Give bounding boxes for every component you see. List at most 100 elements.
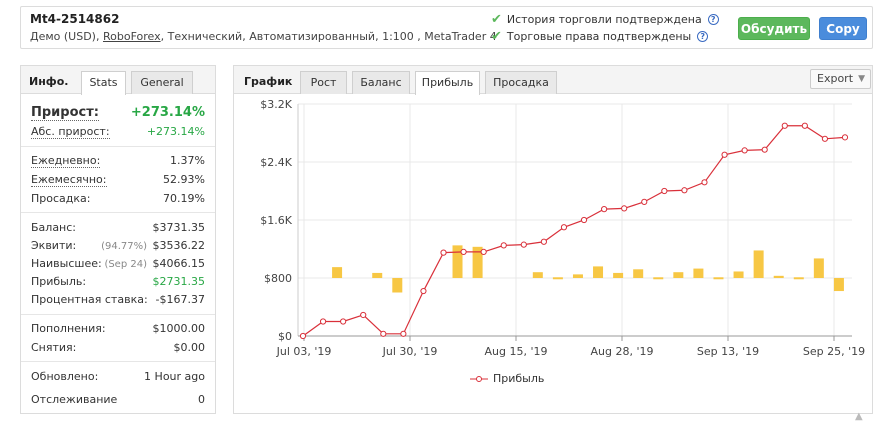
check-icon: ✔ bbox=[491, 12, 502, 27]
profit-point bbox=[580, 216, 588, 224]
profit-point bbox=[701, 179, 708, 186]
x-tick-label: Sep 13, '19 bbox=[697, 345, 759, 358]
abs-gain-value: +273.14% bbox=[146, 125, 205, 138]
account-header: Mt4-2514862 Демо (USD), RoboForex, Техни… bbox=[20, 6, 873, 49]
divider bbox=[21, 314, 215, 315]
tab-graph[interactable]: График bbox=[244, 71, 299, 94]
x-tick-label: Jul 30, '19 bbox=[382, 345, 438, 358]
profit-bar bbox=[653, 277, 664, 280]
gain-value: +273.14% bbox=[130, 105, 205, 120]
legend-line-icon bbox=[470, 375, 488, 382]
divider bbox=[21, 361, 215, 362]
y-tick-label: $2.4K bbox=[260, 156, 292, 169]
profit-bar bbox=[392, 278, 403, 293]
deposits-label: Пополнения: bbox=[31, 322, 106, 335]
profit-point bbox=[380, 330, 387, 337]
profit-point bbox=[460, 248, 467, 255]
profit-bar bbox=[572, 274, 583, 278]
broker-link[interactable]: RoboForex bbox=[103, 30, 161, 43]
profit-bar bbox=[813, 258, 824, 278]
drawdown-value: 70.19% bbox=[163, 192, 205, 205]
stats-panel: Инфо. Stats General Прирост: +273.14% Аб… bbox=[20, 65, 216, 414]
profit-bar bbox=[753, 250, 764, 278]
profit-value: $2731.35 bbox=[152, 275, 206, 288]
equity-value-group: (94.77%) $3536.22 bbox=[101, 239, 205, 252]
page: Mt4-2514862 Демо (USD), RoboForex, Техни… bbox=[0, 0, 883, 421]
profit-point bbox=[360, 311, 367, 319]
tab-profit[interactable]: Прибыль bbox=[415, 71, 480, 95]
profit-point bbox=[721, 151, 728, 158]
profit-point bbox=[299, 332, 307, 340]
x-tick-label: Sep 25, '19 bbox=[803, 345, 865, 358]
profit-bar bbox=[633, 269, 644, 278]
tab-info[interactable]: Инфо. bbox=[29, 71, 81, 94]
highest-value: $4066.15 bbox=[152, 257, 206, 270]
profit-bar bbox=[613, 272, 624, 278]
profit-line bbox=[302, 125, 846, 337]
export-dropdown[interactable]: Export ▼ bbox=[810, 69, 871, 89]
profit-point bbox=[661, 187, 668, 195]
daily-value: 1.37% bbox=[170, 154, 205, 167]
verified-history-text: История торговли подтверждена bbox=[506, 13, 702, 26]
verified-rights-text: Торговые права подтверждены bbox=[506, 30, 692, 43]
tab-drawdown[interactable]: Просадка bbox=[485, 71, 557, 94]
profit-point bbox=[781, 122, 788, 129]
monthly-label: Ежемесячно: bbox=[31, 173, 107, 187]
deposits-value: $1000.00 bbox=[152, 322, 206, 335]
balance-label: Баланс: bbox=[31, 221, 77, 234]
balance-value: $3731.35 bbox=[152, 221, 206, 234]
profit-point bbox=[641, 198, 648, 205]
updated-label: Обновлено: bbox=[31, 370, 99, 383]
help-icon[interactable]: ? bbox=[697, 31, 709, 42]
tracking-value: 0 bbox=[198, 393, 205, 406]
equity-label: Эквити: bbox=[31, 239, 77, 252]
profit-point bbox=[420, 287, 427, 295]
x-tick-label: Jul 03, '19 bbox=[276, 345, 332, 358]
divider bbox=[21, 146, 215, 147]
check-icon: ✔ bbox=[491, 29, 502, 44]
profit-point bbox=[801, 122, 808, 129]
profit-bar bbox=[793, 277, 804, 280]
chart-tabs: График Рост Баланс Прибыль Просадка Expo… bbox=[234, 66, 872, 95]
profit-label: Прибыль: bbox=[31, 275, 87, 288]
monthly-value: 52.93% bbox=[163, 173, 205, 186]
corner-mark: ▲ bbox=[855, 411, 863, 421]
profit-bar bbox=[773, 275, 784, 278]
help-icon[interactable]: ? bbox=[707, 14, 719, 25]
withdrawals-value: $0.00 bbox=[173, 341, 206, 354]
profit-point bbox=[741, 147, 748, 154]
equity-value: $3536.22 bbox=[152, 239, 206, 252]
profit-bar bbox=[673, 272, 684, 278]
profit-point bbox=[841, 134, 849, 141]
x-tick-label: Aug 15, '19 bbox=[485, 345, 548, 358]
profit-bar bbox=[532, 272, 543, 278]
profit-bar bbox=[332, 267, 343, 278]
tab-growth[interactable]: Рост bbox=[300, 71, 347, 94]
tab-general[interactable]: General bbox=[131, 71, 193, 94]
profit-bar bbox=[713, 277, 724, 280]
chart-panel: График Рост Баланс Прибыль Просадка Expo… bbox=[233, 65, 873, 414]
interest-value: -$167.37 bbox=[155, 293, 205, 306]
profit-point bbox=[821, 135, 829, 142]
profit-point bbox=[520, 241, 527, 248]
profit-bar bbox=[593, 266, 604, 278]
profit-bar bbox=[833, 278, 844, 292]
copy-button[interactable]: Copy bbox=[819, 17, 867, 40]
tab-stats[interactable]: Stats bbox=[81, 71, 126, 95]
abs-gain-label: Абс. прирост: bbox=[31, 125, 110, 139]
chart-legend[interactable]: Прибыль bbox=[470, 372, 544, 385]
verified-rights: ✔ Торговые права подтверждены ? bbox=[491, 29, 709, 44]
withdrawals-label: Снятия: bbox=[31, 341, 77, 354]
export-label: Export bbox=[817, 72, 854, 85]
divider bbox=[21, 212, 215, 213]
tab-balance[interactable]: Баланс bbox=[352, 71, 410, 94]
discuss-button[interactable]: Обсудить bbox=[738, 17, 810, 40]
account-type: Демо (USD), bbox=[30, 30, 100, 43]
account-details: , Технический, Автоматизированный, 1:100… bbox=[160, 30, 497, 43]
y-tick-label: $1.6K bbox=[260, 214, 292, 227]
highest-label: Наивысшее: bbox=[31, 257, 102, 270]
profit-chart: $0 $800 $1.6K $2.4K $3.2K Jul 03, '19 Jul 30, … bbox=[260, 98, 865, 358]
interest-label: Процентная ставка: bbox=[31, 293, 148, 306]
y-tick-label: $800 bbox=[264, 272, 292, 285]
profit-bar bbox=[552, 277, 563, 280]
